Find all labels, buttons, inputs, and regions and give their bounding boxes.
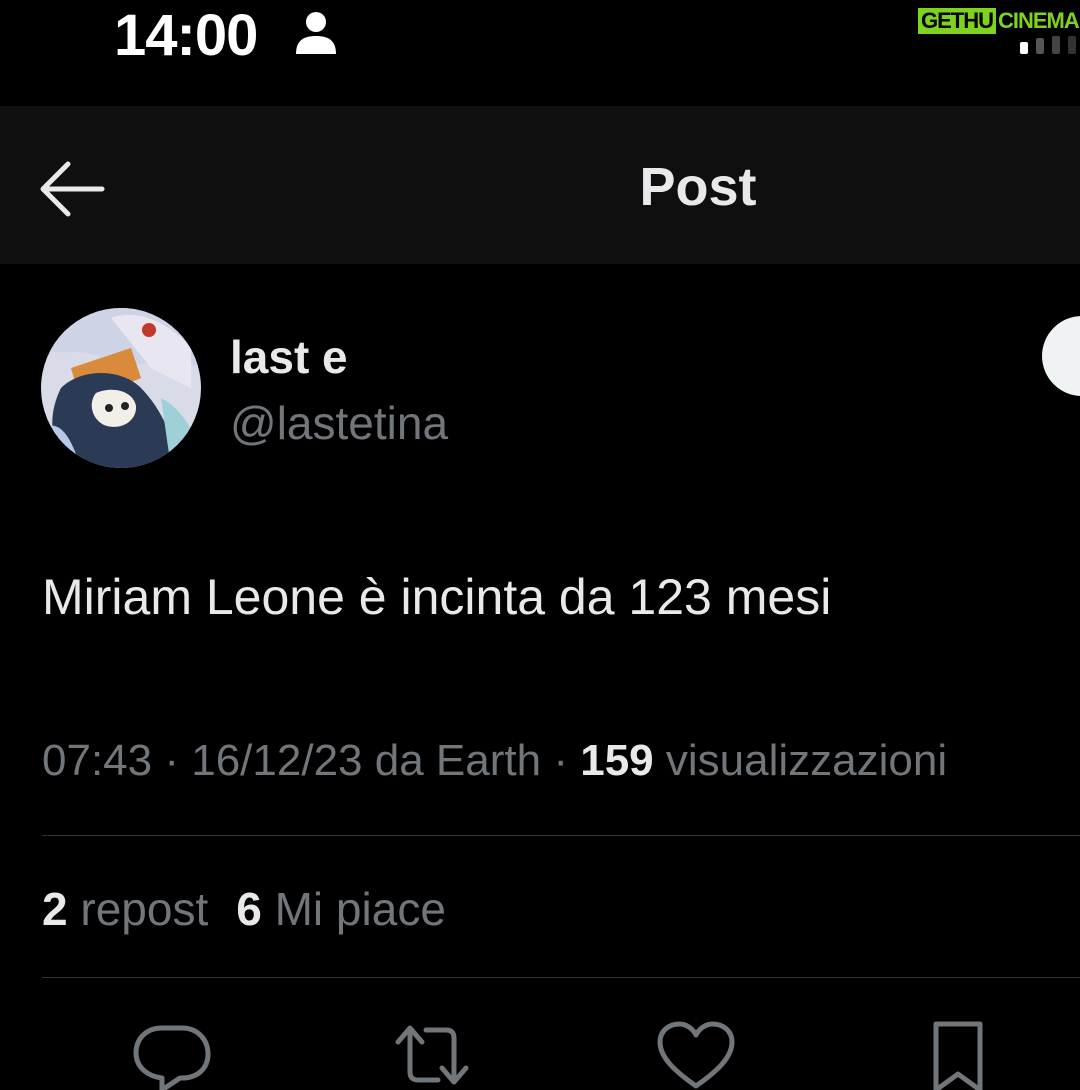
status-time: 14:00 [114, 3, 258, 68]
divider [42, 835, 1080, 836]
watermark-part2: CINEMA [998, 8, 1080, 33]
signal-icon [1020, 36, 1076, 54]
watermark-part1: GETHU [918, 8, 996, 34]
author-handle[interactable]: @lastetina [230, 396, 448, 450]
tweet-source: da Earth [374, 736, 542, 785]
tweet-meta: 07:43 · 16/12/23 da Earth · 159 visualiz… [42, 736, 947, 786]
reposts-count: 2 [42, 883, 68, 935]
status-bar: 14:00 GETHU CINEMA [0, 0, 1080, 70]
engagement-stats: 2 repost 6 Mi piace [42, 882, 446, 936]
reposts-label: repost [80, 883, 209, 935]
views-count: 159 [580, 736, 654, 785]
follow-button[interactable] [1042, 316, 1080, 396]
watermark-logo: GETHU CINEMA [918, 8, 1080, 34]
likes-stat[interactable]: 6 Mi piace [236, 882, 446, 936]
divider [42, 977, 1080, 978]
likes-label: Mi piace [274, 883, 446, 935]
likes-count: 6 [236, 883, 262, 935]
tweet-time: 07:43 [42, 736, 153, 785]
avatar-image [41, 308, 201, 468]
avatar[interactable] [41, 308, 201, 468]
page-title: Post [639, 157, 757, 217]
meta-separator: · [553, 736, 568, 785]
author-display-name[interactable]: last e [230, 330, 348, 384]
post-header: Post [0, 106, 1080, 264]
tweet-text: Miriam Leone è incinta da 123 mesi [42, 569, 832, 625]
views-label: visualizzazioni [665, 736, 948, 785]
meta-separator: · [164, 736, 179, 785]
person-icon [296, 12, 336, 54]
tweet-date: 16/12/23 [191, 736, 363, 785]
reposts-stat[interactable]: 2 repost [42, 882, 208, 936]
